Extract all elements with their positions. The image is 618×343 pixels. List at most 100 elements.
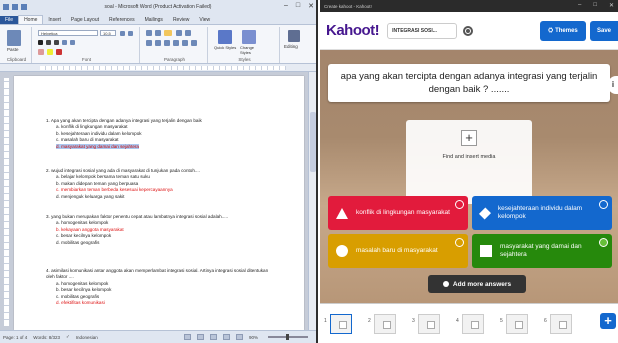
align-right-icon[interactable] <box>164 40 170 46</box>
text-effects-icon[interactable] <box>38 49 44 55</box>
editing-button[interactable]: Editing <box>284 44 298 49</box>
answer-1-text[interactable]: konflik di lingkungan masyarakat <box>356 209 464 217</box>
maximize-icon[interactable]: □ <box>296 2 300 10</box>
font-name-select[interactable]: Helvetica <box>38 30 98 36</box>
shrink-font-icon[interactable] <box>128 31 133 36</box>
question-1[interactable]: 1. Apa yang akan tercipta dengan adanya … <box>46 118 276 150</box>
answer-2-correct-toggle[interactable] <box>599 200 608 209</box>
quick-styles-button[interactable]: Quick Styles <box>214 45 238 51</box>
zoom-level[interactable]: 90% <box>249 335 258 340</box>
answer-2-text[interactable]: kesejahteraan individu dalam kelompok <box>498 205 612 221</box>
subscript-icon[interactable] <box>70 40 75 45</box>
slide-thumb-4[interactable]: 4 <box>456 310 484 336</box>
highlight-icon[interactable] <box>47 49 53 55</box>
line-spacing-icon[interactable] <box>182 40 188 46</box>
show-formatting-icon[interactable] <box>191 40 197 46</box>
answer-4-text[interactable]: masyarakat yang damai dan sejahtera <box>500 243 612 259</box>
slide-thumb-3[interactable]: 3 <box>412 310 440 336</box>
add-media-plus-icon[interactable]: + <box>461 130 477 146</box>
word-status-bar: Page: 1 of 4 Words: 8/323 ✓ Indonesian 9… <box>0 330 316 343</box>
page-count[interactable]: Page: 1 of 4 <box>3 335 27 340</box>
themes-icon: ⛭ <box>548 27 554 34</box>
tab-insert[interactable]: Insert <box>43 16 66 24</box>
question-2[interactable]: 2. wujud integrasi sosial yang ada di ma… <box>46 168 276 200</box>
horizontal-ruler[interactable] <box>0 64 316 72</box>
settings-gear-icon[interactable] <box>463 25 474 36</box>
square-icon <box>480 245 492 257</box>
tab-mailings[interactable]: Mailings <box>140 16 168 24</box>
themes-button[interactable]: ⛭ Themes <box>540 21 586 41</box>
grow-font-icon[interactable] <box>120 31 125 36</box>
question-3[interactable]: 3. yang bukan merupakan faktor penentu c… <box>46 214 276 246</box>
change-styles-icon[interactable] <box>242 30 256 44</box>
save-button[interactable]: Save <box>590 21 618 41</box>
maximize-icon[interactable]: □ <box>593 2 597 9</box>
answer-3-correct-toggle[interactable] <box>455 238 464 247</box>
kahoot-logo[interactable]: Kahoot! <box>326 22 380 39</box>
binoculars-icon[interactable] <box>288 30 300 42</box>
proofing-icon[interactable]: ✓ <box>66 334 70 340</box>
bold-icon[interactable] <box>38 40 43 45</box>
close-icon[interactable]: ✕ <box>609 2 614 9</box>
print-layout-view-icon[interactable] <box>183 334 191 340</box>
font-size-select[interactable]: 10,5 <box>100 30 116 36</box>
minimize-icon[interactable]: – <box>284 2 288 10</box>
strikethrough-icon[interactable] <box>62 40 67 45</box>
answer-3[interactable]: masalah baru di masyarakat <box>328 234 468 268</box>
font-color-icon[interactable] <box>56 49 62 55</box>
change-styles-button[interactable]: Change Styles <box>240 45 264 55</box>
numbering-icon[interactable] <box>155 30 161 36</box>
add-more-answers-button[interactable]: Add more answers <box>428 275 526 293</box>
zoom-slider[interactable] <box>268 334 308 340</box>
slide-thumb-5[interactable]: 5 <box>500 310 528 336</box>
tab-review[interactable]: Review <box>168 16 194 24</box>
tab-view[interactable]: View <box>194 16 215 24</box>
multilevel-list-icon[interactable] <box>164 30 172 36</box>
scrollbar-thumb[interactable] <box>310 112 316 172</box>
web-layout-view-icon[interactable] <box>209 334 217 340</box>
themes-label: Themes <box>555 28 578 34</box>
answer-1-correct-toggle[interactable] <box>455 200 464 209</box>
paste-icon[interactable] <box>7 30 21 46</box>
tab-references[interactable]: References <box>104 16 140 24</box>
slide-preview <box>506 314 528 334</box>
media-insert-area[interactable]: + Find and insert media <box>406 120 532 204</box>
paste-button[interactable]: Paste <box>7 47 19 52</box>
question-4[interactable]: 4. asimilasi komunikasi antar anggota ak… <box>46 268 276 306</box>
quick-styles-icon[interactable] <box>218 30 232 44</box>
decrease-indent-icon[interactable] <box>176 30 182 36</box>
browser-titlebar: Create kahoot - Kahoot! – □ ✕ <box>320 0 618 12</box>
answer-4-correct-toggle[interactable] <box>599 238 608 247</box>
question-input[interactable]: apa yang akan tercipta dengan adanya int… <box>328 64 610 102</box>
outline-view-icon[interactable] <box>222 334 230 340</box>
minimize-icon[interactable]: – <box>578 2 581 9</box>
answer-3-text[interactable]: masalah baru di masyarakat <box>356 247 452 255</box>
justify-icon[interactable] <box>173 40 179 46</box>
question-options-icon[interactable]: i <box>608 76 618 94</box>
answer-4[interactable]: masyarakat yang damai dan sejahtera <box>472 234 612 268</box>
slide-thumb-2[interactable]: 2 <box>368 310 396 336</box>
vertical-ruler[interactable] <box>4 78 9 326</box>
bullets-icon[interactable] <box>146 30 152 36</box>
underline-icon[interactable] <box>54 40 59 45</box>
tab-page-layout[interactable]: Page Layout <box>66 16 104 24</box>
answer-1[interactable]: konflik di lingkungan masyarakat <box>328 196 468 230</box>
close-icon[interactable]: ✕ <box>308 2 314 10</box>
answer-2[interactable]: kesejahteraan individu dalam kelompok <box>472 196 612 230</box>
increase-indent-icon[interactable] <box>185 30 191 36</box>
vertical-scrollbar[interactable] <box>308 72 316 330</box>
browser-tab-title[interactable]: Create kahoot - Kahoot! <box>324 4 372 9</box>
full-screen-view-icon[interactable] <box>196 334 204 340</box>
draft-view-icon[interactable] <box>235 334 243 340</box>
italic-icon[interactable] <box>46 40 51 45</box>
language-indicator[interactable]: Indonesian <box>76 335 98 340</box>
kahoot-title-field[interactable]: INTEGRASI SOSI... <box>387 22 458 39</box>
tab-home[interactable]: Home <box>18 15 44 24</box>
slide-thumb-1[interactable]: 1 <box>324 310 352 336</box>
add-slide-button[interactable]: + <box>600 313 616 329</box>
align-left-icon[interactable] <box>146 40 152 46</box>
tab-file[interactable]: File <box>0 16 19 24</box>
slide-thumb-6[interactable]: 6 <box>544 310 572 336</box>
word-count[interactable]: Words: 8/323 <box>33 335 60 340</box>
align-center-icon[interactable] <box>155 40 161 46</box>
